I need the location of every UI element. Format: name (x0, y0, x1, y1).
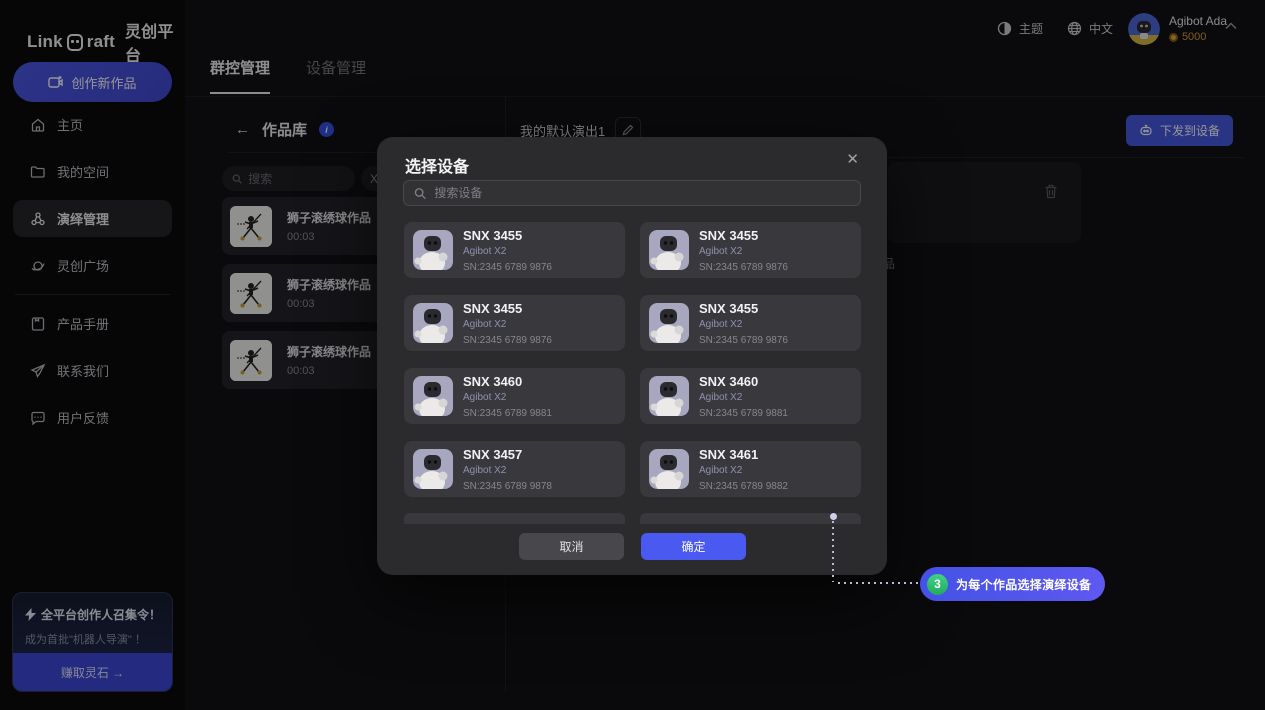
device-card[interactable]: SNX 3460Agibot X2SN:2345 6789 9881 (640, 368, 861, 424)
device-search[interactable] (403, 180, 861, 206)
device-avatar (649, 303, 689, 343)
device-avatar (649, 230, 689, 270)
device-avatar (413, 230, 453, 270)
app-root: Link raft 灵创平台 创作新作品 主页 (0, 0, 1265, 710)
device-avatar (413, 449, 453, 489)
device-avatar (413, 376, 453, 416)
device-avatar (649, 376, 689, 416)
device-card-partial (640, 513, 861, 524)
device-card[interactable]: SNX 3455Agibot X2SN:2345 6789 9876 (404, 222, 625, 278)
device-card[interactable]: SNX 3460Agibot X2SN:2345 6789 9881 (404, 368, 625, 424)
device-card-partial (404, 513, 625, 524)
device-avatar (413, 303, 453, 343)
device-card[interactable]: SNX 3455Agibot X2SN:2345 6789 9876 (640, 222, 861, 278)
device-card[interactable]: SNX 3455Agibot X2SN:2345 6789 9876 (404, 295, 625, 351)
select-device-modal: 选择设备 ✕ SNX 3455Agibot X2SN:2345 6789 987… (377, 137, 887, 575)
cancel-button[interactable]: 取消 (519, 533, 624, 560)
device-card[interactable]: SNX 3457Agibot X2SN:2345 6789 9878 (404, 441, 625, 497)
close-icon[interactable]: ✕ (846, 150, 859, 168)
device-card[interactable]: SNX 3455Agibot X2SN:2345 6789 9876 (640, 295, 861, 351)
confirm-button[interactable]: 确定 (641, 533, 746, 560)
modal-title: 选择设备 (405, 153, 469, 177)
device-avatar (649, 449, 689, 489)
device-search-input[interactable] (434, 186, 850, 200)
device-card[interactable]: SNX 3461Agibot X2SN:2345 6789 9882 (640, 441, 861, 497)
search-icon (414, 187, 426, 200)
